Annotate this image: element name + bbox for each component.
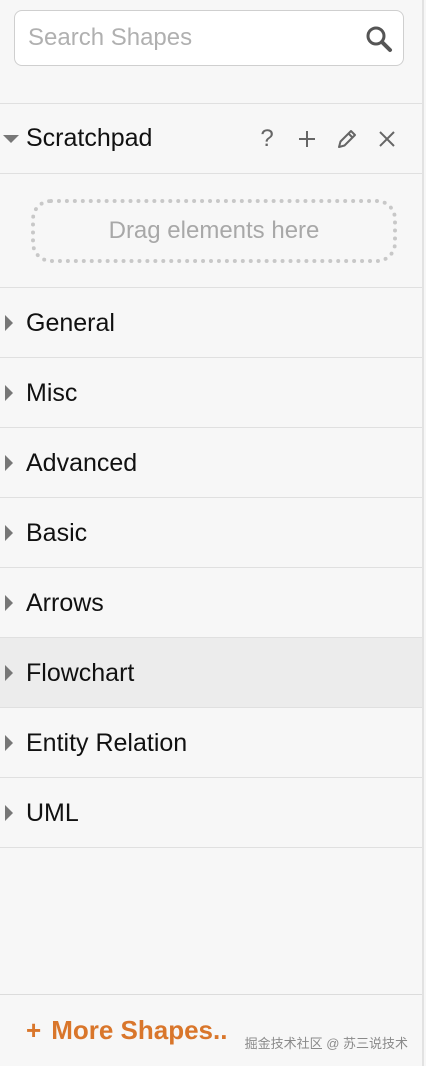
drop-hint: Drag elements here [108,217,320,244]
category-label: Flowchart [26,659,135,687]
category-entity-relation[interactable]: Entity Relation [0,708,422,778]
add-icon[interactable] [294,124,320,154]
category-label: Basic [26,519,88,547]
watermark: 掘金技术社区 @ 苏三说技术 [244,1036,408,1051]
close-icon[interactable] [374,124,400,154]
drop-zone[interactable]: Drag elements here [31,199,397,263]
expand-arrow-icon[interactable] [5,315,13,331]
scratchpad-title: Scratchpad [26,124,153,152]
category-label: Entity Relation [26,729,188,757]
scratchpad-tools: ? [254,124,400,154]
category-label: Misc [26,379,78,407]
help-icon[interactable]: ? [254,124,280,154]
category-uml[interactable]: UML [0,778,422,848]
category-arrows[interactable]: Arrows [0,568,422,638]
search-icon[interactable] [365,25,393,53]
panel-footer: + More Shapes.. 掘金技术社区 @ 苏三说技术 [0,994,422,1066]
pencil-icon[interactable] [334,124,360,154]
search-box[interactable] [14,10,404,66]
expand-arrow-icon[interactable] [5,525,13,541]
more-shapes-button[interactable]: + More Shapes.. [26,1015,227,1046]
category-general[interactable]: General [0,288,422,358]
expand-arrow-icon[interactable] [5,455,13,471]
search-section [0,0,422,104]
scratchpad-header[interactable]: Scratchpad ? [0,104,422,174]
category-flowchart[interactable]: Flowchart [0,638,422,708]
scratchpad-drop-area: Drag elements here [0,174,422,288]
expand-arrow-icon[interactable] [5,805,13,821]
category-label: Advanced [26,449,138,477]
category-advanced[interactable]: Advanced [0,428,422,498]
plus-icon: + [26,1015,42,1045]
category-label: Arrows [26,589,104,617]
category-misc[interactable]: Misc [0,358,422,428]
more-shapes-label: More Shapes.. [51,1015,228,1045]
expand-arrow-icon[interactable] [5,735,13,751]
shapes-panel: Scratchpad ? [0,0,424,1066]
category-label: General [26,309,115,337]
expand-arrow-icon[interactable] [5,665,13,681]
category-label: UML [26,799,79,827]
category-basic[interactable]: Basic [0,498,422,568]
search-input[interactable] [15,11,355,64]
expand-arrow-icon[interactable] [5,595,13,611]
collapse-arrow-icon[interactable] [3,135,19,143]
expand-arrow-icon[interactable] [5,385,13,401]
